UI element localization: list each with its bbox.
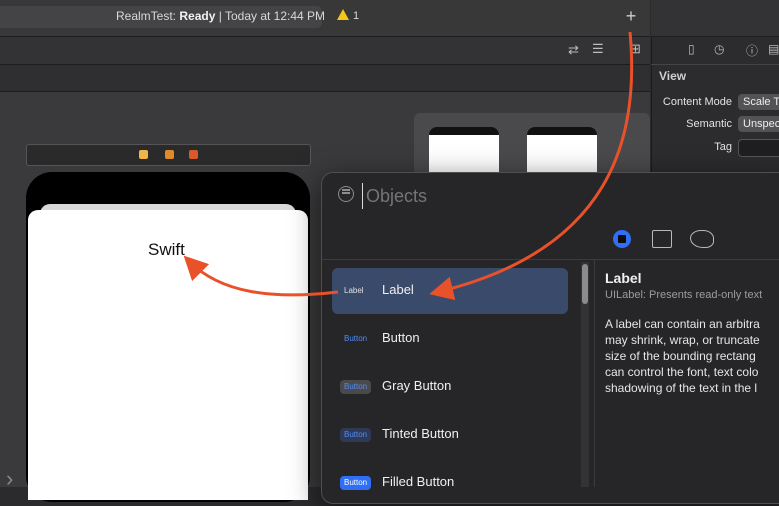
annotation-arrow-to-canvas: [183, 255, 339, 297]
annotation-arrow-to-label-item: [429, 31, 634, 301]
annotation-arrows: [183, 31, 634, 301]
